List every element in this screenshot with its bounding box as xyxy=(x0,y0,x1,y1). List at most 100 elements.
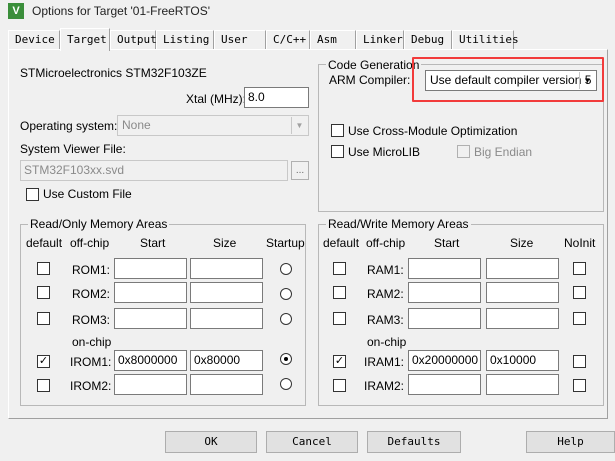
rom3-default-checkbox[interactable] xyxy=(37,312,50,325)
ram3-default-checkbox[interactable] xyxy=(333,312,346,325)
ram1-start-input[interactable] xyxy=(408,258,481,279)
check-icon: ✓ xyxy=(334,355,345,367)
rom2-start-input[interactable] xyxy=(114,282,187,303)
check-icon: ✓ xyxy=(38,355,49,367)
irom2-startup-radio[interactable] xyxy=(280,378,292,390)
os-select[interactable]: None ▼ xyxy=(117,115,309,136)
irom1-default-checkbox[interactable]: ✓ xyxy=(37,355,50,368)
ram2-label: RAM2: xyxy=(367,287,404,301)
irom2-start-input[interactable] xyxy=(114,374,187,395)
cross-module-label: Use Cross-Module Optimization xyxy=(348,124,518,138)
ram3-size-input[interactable] xyxy=(486,308,559,329)
ram1-size-input[interactable] xyxy=(486,258,559,279)
irom2-default-checkbox[interactable] xyxy=(37,379,50,392)
ram3-label: RAM3: xyxy=(367,313,404,327)
ram1-default-checkbox[interactable] xyxy=(333,262,346,275)
irom2-label: IROM2: xyxy=(70,379,112,393)
rom3-startup-radio[interactable] xyxy=(280,313,292,325)
tab-output[interactable]: Output xyxy=(110,30,157,50)
irom1-start-input[interactable]: 0x8000000 xyxy=(114,350,187,371)
rom1-size-input[interactable] xyxy=(190,258,263,279)
radio-dot xyxy=(284,357,288,361)
iram1-start-input[interactable]: 0x20000000 xyxy=(408,350,481,371)
ro-header-start: Start xyxy=(140,236,166,250)
irom1-size-input[interactable]: 0x80000 xyxy=(190,350,263,371)
iram2-label: IRAM2: xyxy=(364,379,405,393)
defaults-button[interactable]: Defaults xyxy=(367,431,461,453)
help-button[interactable]: Help xyxy=(526,431,615,453)
ram2-size-input[interactable] xyxy=(486,282,559,303)
rom3-size-input[interactable] xyxy=(190,308,263,329)
ram1-label: RAM1: xyxy=(367,263,404,277)
cancel-button[interactable]: Cancel xyxy=(266,431,358,453)
tab-user[interactable]: User xyxy=(214,30,266,50)
rom1-start-input[interactable] xyxy=(114,258,187,279)
device-name: STMicroelectronics STM32F103ZE xyxy=(20,66,207,80)
microlib-checkbox[interactable] xyxy=(331,145,344,158)
tab-asm[interactable]: Asm xyxy=(310,30,356,50)
microlib-label: Use MicroLIB xyxy=(348,145,421,159)
ram2-noinit-checkbox[interactable] xyxy=(573,286,586,299)
ro-header-size: Size xyxy=(213,236,237,250)
svd-browse-button[interactable]: ... xyxy=(291,161,309,180)
tab-target[interactable]: Target xyxy=(60,28,110,51)
ram3-start-input[interactable] xyxy=(408,308,481,329)
tab-utilities[interactable]: Utilities xyxy=(452,30,519,50)
svd-input[interactable]: STM32F103xx.svd xyxy=(20,160,288,181)
rom2-size-input[interactable] xyxy=(190,282,263,303)
rw-header-default: default xyxy=(323,236,360,250)
iram1-default-checkbox[interactable]: ✓ xyxy=(333,355,346,368)
svd-label: System Viewer File: xyxy=(20,142,126,156)
xtal-input[interactable]: 8.0 xyxy=(244,87,309,108)
rom2-label: ROM2: xyxy=(72,287,111,301)
iram2-noinit-checkbox[interactable] xyxy=(573,379,586,392)
rw-header-start: Start xyxy=(434,236,460,250)
iram2-size-input[interactable] xyxy=(486,374,559,395)
custom-file-label: Use Custom File xyxy=(43,187,132,201)
chevron-down-icon: ▼ xyxy=(291,117,307,134)
tab-debug[interactable]: Debug xyxy=(404,30,452,50)
iram2-start-input[interactable] xyxy=(408,374,481,395)
rom3-start-input[interactable] xyxy=(114,308,187,329)
ram2-start-input[interactable] xyxy=(408,282,481,303)
rom3-label: ROM3: xyxy=(72,313,111,327)
rom2-startup-radio[interactable] xyxy=(280,288,292,300)
ok-button[interactable]: OK xyxy=(165,431,257,453)
ro-header-startup: Startup xyxy=(266,236,305,250)
tab-cc[interactable]: C/C++ xyxy=(266,30,310,50)
rom1-label: ROM1: xyxy=(72,263,111,277)
ram3-noinit-checkbox[interactable] xyxy=(573,312,586,325)
ram1-noinit-checkbox[interactable] xyxy=(573,262,586,275)
iram2-default-checkbox[interactable] xyxy=(333,379,346,392)
irom2-size-input[interactable] xyxy=(190,374,263,395)
window-title: Options for Target '01-FreeRTOS' xyxy=(32,4,210,18)
ram2-default-checkbox[interactable] xyxy=(333,286,346,299)
tab-listing[interactable]: Listing xyxy=(156,30,214,50)
tab-device[interactable]: Device xyxy=(8,30,60,50)
xtal-label: Xtal (MHz): xyxy=(186,92,246,106)
os-label: Operating system: xyxy=(20,119,118,133)
irom1-label: IROM1: xyxy=(70,355,112,369)
iram1-noinit-checkbox[interactable] xyxy=(573,355,586,368)
ro-memory-title: Read/Only Memory Areas xyxy=(28,217,170,231)
ro-onchip-label: on-chip xyxy=(72,335,112,349)
title-bar: V Options for Target '01-FreeRTOS' xyxy=(0,0,615,24)
rom1-default-checkbox[interactable] xyxy=(37,262,50,275)
highlight-box xyxy=(412,57,604,102)
irom1-startup-radio[interactable] xyxy=(280,353,292,365)
iram1-size-input[interactable]: 0x10000 xyxy=(486,350,559,371)
cross-module-checkbox[interactable] xyxy=(331,124,344,137)
rw-header-size: Size xyxy=(510,236,534,250)
rw-header-noinit: NoInit xyxy=(564,236,596,250)
rom1-startup-radio[interactable] xyxy=(280,263,292,275)
os-value: None xyxy=(122,118,151,132)
iram1-label: IRAM1: xyxy=(364,355,405,369)
app-icon: V xyxy=(8,3,24,19)
code-generation-title: Code Generation xyxy=(326,58,422,72)
big-endian-checkbox[interactable] xyxy=(457,145,470,158)
custom-file-checkbox[interactable] xyxy=(26,188,39,201)
tab-linker[interactable]: Linker xyxy=(356,30,404,50)
ro-header-offchip: off-chip xyxy=(70,236,110,250)
ro-header-default: default xyxy=(26,236,63,250)
rom2-default-checkbox[interactable] xyxy=(37,286,50,299)
